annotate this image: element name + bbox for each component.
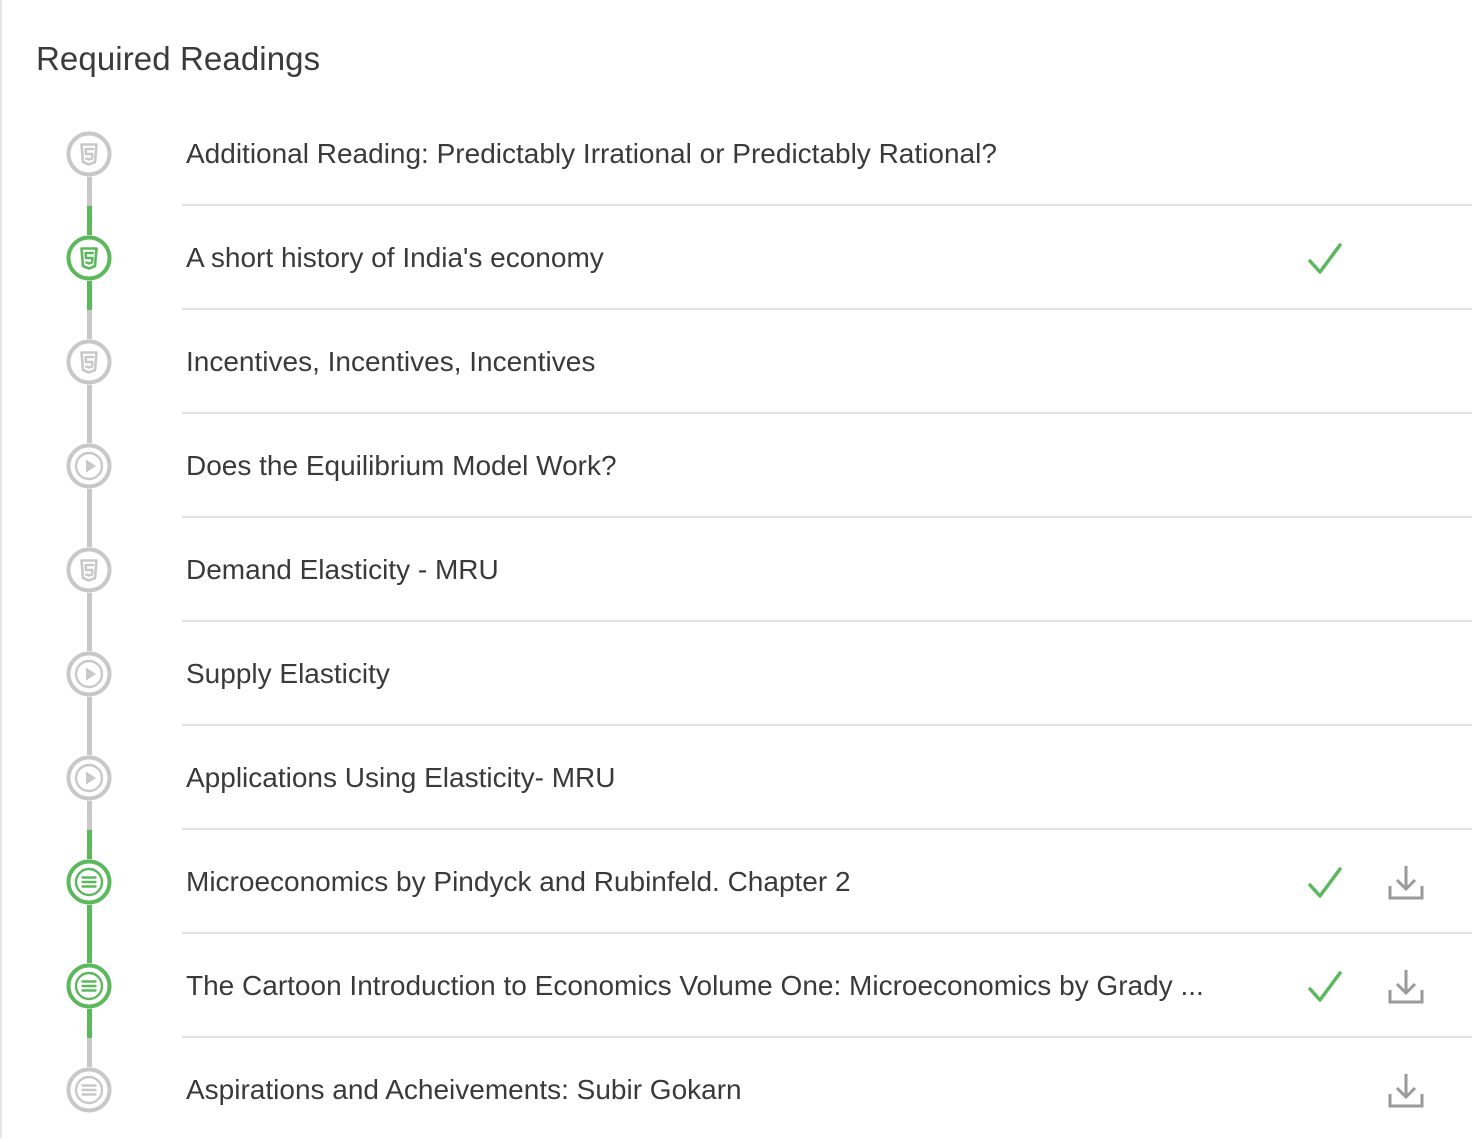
reading-row[interactable]: Supply Elasticity bbox=[0, 622, 1472, 726]
reading-title[interactable]: Aspirations and Acheivements: Subir Goka… bbox=[186, 1072, 742, 1108]
reading-title[interactable]: A short history of India's economy bbox=[186, 240, 604, 276]
html5-icon[interactable] bbox=[66, 339, 112, 385]
reading-row[interactable]: A short history of India's economy bbox=[0, 206, 1472, 310]
section-title: Required Readings bbox=[36, 40, 321, 77]
checkmark-icon bbox=[1305, 241, 1345, 277]
reading-title[interactable]: The Cartoon Introduction to Economics Vo… bbox=[186, 968, 1204, 1004]
reading-row[interactable]: Microeconomics by Pindyck and Rubinfeld.… bbox=[0, 830, 1472, 934]
checkmark-icon bbox=[1305, 865, 1345, 901]
reading-row[interactable]: The Cartoon Introduction to Economics Vo… bbox=[0, 934, 1472, 1038]
reading-title[interactable]: Demand Elasticity - MRU bbox=[186, 552, 499, 588]
document-icon[interactable] bbox=[66, 859, 112, 905]
reading-row[interactable]: Aspirations and Acheivements: Subir Goka… bbox=[0, 1038, 1472, 1142]
checkmark-icon bbox=[1305, 969, 1345, 1005]
reading-list: Additional Reading: Predictably Irration… bbox=[0, 102, 1472, 1138]
reading-row[interactable]: Additional Reading: Predictably Irration… bbox=[0, 102, 1472, 206]
play-icon[interactable] bbox=[66, 755, 112, 801]
document-icon[interactable] bbox=[66, 1067, 112, 1113]
html5-icon[interactable] bbox=[66, 235, 112, 281]
play-icon[interactable] bbox=[66, 651, 112, 697]
play-icon[interactable] bbox=[66, 443, 112, 489]
html5-icon[interactable] bbox=[66, 131, 112, 177]
reading-row[interactable]: Does the Equilibrium Model Work? bbox=[0, 414, 1472, 518]
reading-title[interactable]: Does the Equilibrium Model Work? bbox=[186, 448, 617, 484]
download-icon[interactable] bbox=[1386, 862, 1426, 902]
html5-icon[interactable] bbox=[66, 547, 112, 593]
reading-title[interactable]: Supply Elasticity bbox=[186, 656, 390, 692]
reading-row[interactable]: Incentives, Incentives, Incentives bbox=[0, 310, 1472, 414]
download-icon[interactable] bbox=[1386, 1070, 1426, 1110]
download-icon[interactable] bbox=[1386, 966, 1426, 1006]
reading-title[interactable]: Incentives, Incentives, Incentives bbox=[186, 344, 595, 380]
document-icon[interactable] bbox=[66, 963, 112, 1009]
reading-row[interactable]: Demand Elasticity - MRU bbox=[0, 518, 1472, 622]
reading-title[interactable]: Microeconomics by Pindyck and Rubinfeld.… bbox=[186, 864, 851, 900]
reading-title[interactable]: Additional Reading: Predictably Irration… bbox=[186, 136, 997, 172]
reading-title[interactable]: Applications Using Elasticity- MRU bbox=[186, 760, 615, 796]
reading-row[interactable]: Applications Using Elasticity- MRU bbox=[0, 726, 1472, 830]
